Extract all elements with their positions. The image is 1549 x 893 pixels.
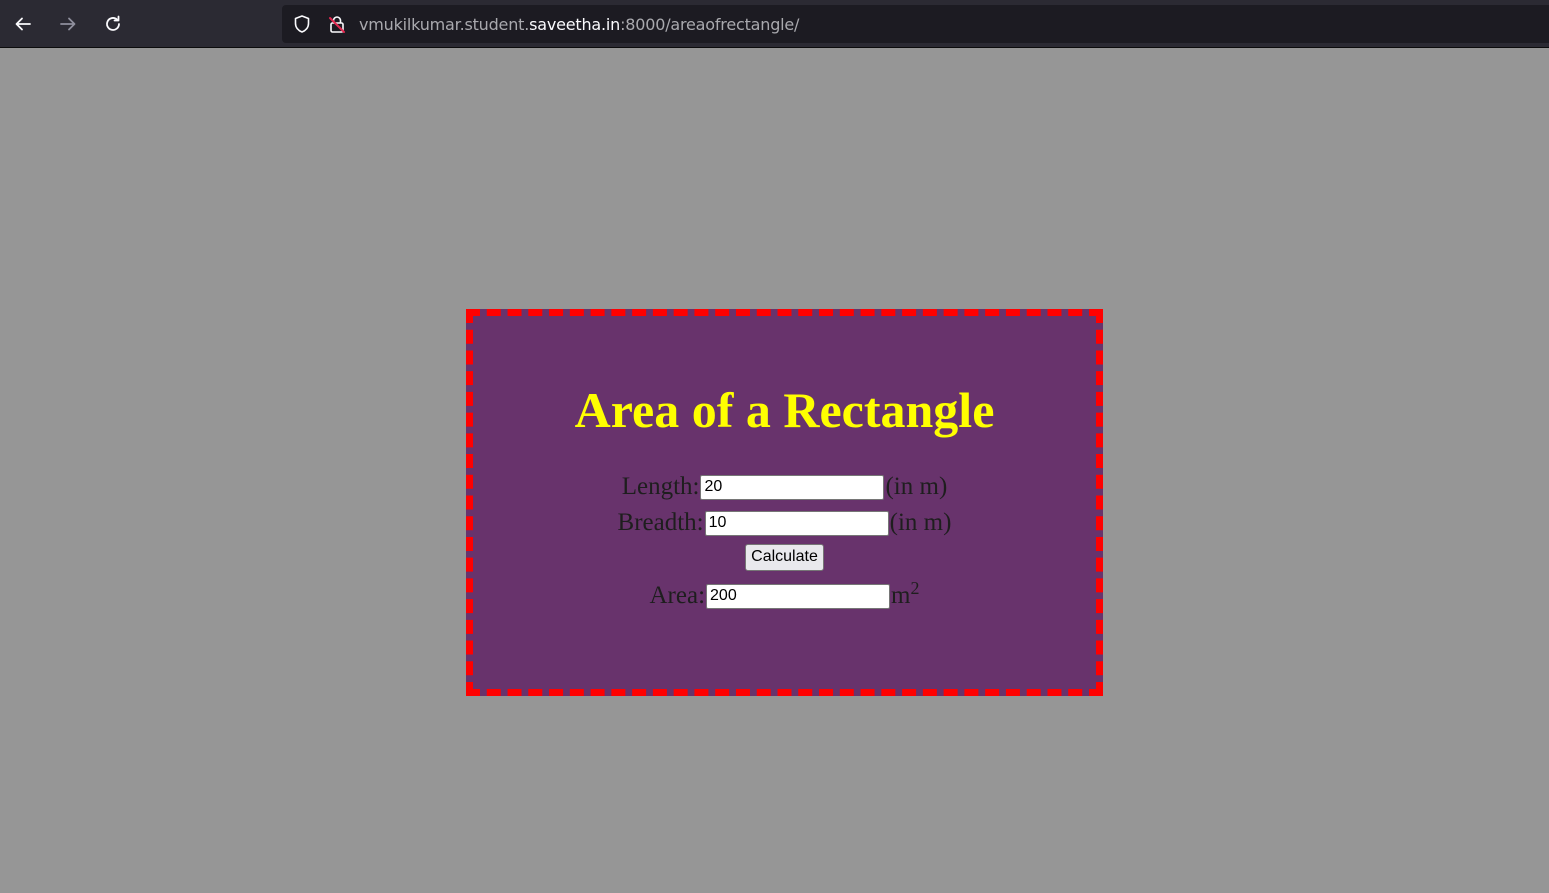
page-title: Area of a Rectangle [574, 382, 995, 438]
browser-toolbar: vmukilkumar.student.saveetha.in:8000/are… [0, 0, 1549, 48]
breadth-label: Breadth: [617, 509, 704, 536]
calculate-row: Calculate [473, 542, 1096, 572]
area-output[interactable] [706, 583, 891, 609]
insecure-lock-icon[interactable] [327, 14, 347, 34]
breadth-row: Breadth: (in m) [473, 508, 1096, 538]
shield-icon[interactable] [292, 14, 312, 34]
area-calculator-card: Area of a Rectangle Length: (in m) Bread… [466, 309, 1103, 696]
area-unit-base: m [891, 582, 911, 609]
breadth-unit: (in m) [889, 509, 952, 536]
arrow-left-icon [15, 17, 31, 31]
back-button[interactable] [7, 8, 39, 40]
forward-button[interactable] [52, 8, 84, 40]
length-unit: (in m) [885, 473, 948, 500]
url-path: :8000/areaofrectangle/ [620, 15, 800, 34]
area-row: Area: m2 [473, 579, 1096, 611]
length-row: Length: (in m) [473, 472, 1096, 502]
url-bar[interactable]: vmukilkumar.student.saveetha.in:8000/are… [282, 5, 1549, 43]
url-host: saveetha.in [529, 15, 621, 34]
area-label: Area: [649, 582, 706, 609]
calculate-button[interactable]: Calculate [745, 543, 824, 571]
length-label: Length: [621, 473, 700, 500]
url-text[interactable]: vmukilkumar.student.saveetha.in:8000/are… [359, 15, 799, 34]
breadth-input[interactable] [704, 510, 889, 536]
area-unit: m2 [891, 579, 919, 610]
arrow-right-icon [60, 17, 76, 31]
area-unit-exponent: 2 [910, 578, 920, 598]
reload-icon [106, 15, 120, 31]
reload-button[interactable] [97, 8, 129, 40]
url-prefix: vmukilkumar.student. [359, 15, 530, 34]
length-input[interactable] [700, 474, 885, 500]
